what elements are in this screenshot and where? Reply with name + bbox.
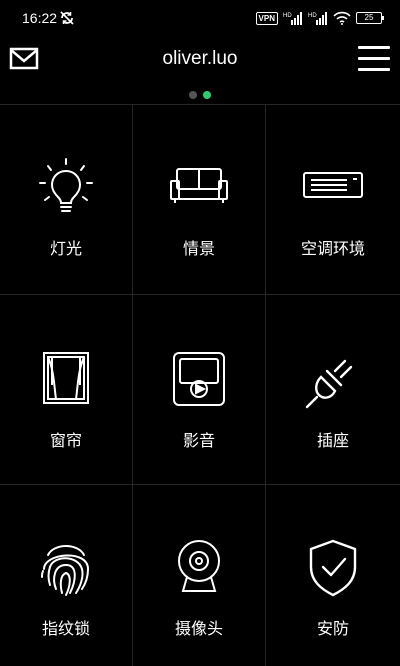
sofa-icon bbox=[170, 168, 228, 203]
page-dot-2[interactable] bbox=[203, 91, 211, 99]
tile-label: 灯光 bbox=[49, 241, 82, 258]
sync-off-icon bbox=[60, 11, 74, 25]
tile-scenes[interactable]: 情景 bbox=[133, 105, 266, 295]
svg-text:HD: HD bbox=[308, 13, 317, 19]
wifi-icon bbox=[333, 11, 351, 25]
tile-curtains[interactable]: 窗帘 bbox=[0, 295, 133, 485]
tile-lighting[interactable]: 灯光 bbox=[0, 105, 133, 295]
light-bulb-icon bbox=[39, 158, 93, 212]
menu-bar-top bbox=[358, 46, 390, 49]
tile-label: 影音 bbox=[182, 433, 215, 450]
tile-security[interactable]: 安防 bbox=[266, 485, 400, 666]
tile-label: 插座 bbox=[316, 433, 349, 450]
status-bar: 16:22 VPN HD HD 25 bbox=[0, 0, 400, 36]
device-grid: 灯光 情景 空调环境 窗帘 影音 插座 指纹锁 摄像头 安防 bbox=[0, 104, 400, 666]
curtain-icon bbox=[43, 352, 89, 404]
status-time: 16:22 bbox=[22, 10, 58, 26]
shield-check-icon bbox=[309, 539, 357, 597]
page-title: oliver.luo bbox=[162, 48, 238, 69]
tile-sockets[interactable]: 插座 bbox=[266, 295, 400, 485]
tile-label: 指纹锁 bbox=[41, 621, 90, 638]
signal-icon: HD bbox=[283, 12, 302, 25]
battery-icon: 25 bbox=[356, 12, 384, 24]
tile-fingerprint-lock[interactable]: 指纹锁 bbox=[0, 485, 133, 666]
menu-bar-middle bbox=[358, 57, 390, 60]
tile-camera[interactable]: 摄像头 bbox=[133, 485, 266, 666]
air-conditioner-icon bbox=[303, 172, 363, 198]
tile-label: 空调环境 bbox=[300, 241, 365, 258]
plug-icon bbox=[305, 359, 353, 409]
media-player-icon bbox=[173, 352, 225, 406]
vpn-badge: VPN bbox=[255, 11, 278, 25]
fingerprint-icon bbox=[41, 545, 90, 596]
tile-label: 情景 bbox=[182, 241, 215, 258]
tile-label: 窗帘 bbox=[49, 433, 82, 450]
svg-text:HD: HD bbox=[283, 13, 292, 19]
tile-label: 安防 bbox=[316, 621, 349, 638]
page-indicator bbox=[0, 91, 400, 99]
menu-button[interactable] bbox=[356, 42, 392, 74]
page-dot-1[interactable] bbox=[189, 91, 197, 99]
tile-air-conditioning[interactable]: 空调环境 bbox=[266, 105, 400, 295]
tile-media[interactable]: 影音 bbox=[133, 295, 266, 485]
app-header: oliver.luo bbox=[0, 36, 400, 86]
camera-icon bbox=[178, 540, 220, 592]
menu-bar-bottom bbox=[358, 68, 390, 71]
signal-icon-2: HD bbox=[308, 12, 327, 25]
status-icons: VPN HD HD 25 bbox=[255, 9, 384, 27]
tile-label: 摄像头 bbox=[174, 621, 223, 638]
